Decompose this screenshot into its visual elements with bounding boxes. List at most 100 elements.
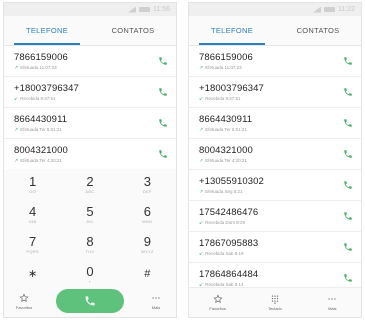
call-info: 7866159006 ↗ Efetuada 11:07:23 (14, 52, 158, 71)
call-meta: ↗ Efetuada 11:07:23 (199, 65, 343, 71)
call-back-phone-icon[interactable] (158, 118, 168, 128)
call-back-phone-icon[interactable] (343, 149, 353, 159)
call-meta: ↙ Recebida Sab 8:19 (199, 251, 343, 257)
call-number: 8664430911 (14, 113, 68, 125)
call-button[interactable] (56, 289, 124, 313)
key-digit: 8 (86, 233, 94, 249)
outgoing-call-icon: ↗ (14, 126, 19, 133)
dialpad-key[interactable]: 1 OO (4, 169, 61, 199)
call-number: 17864864484 (199, 268, 259, 280)
call-log-row[interactable]: +13055910302 ↗ Efetuada Seg 8:21 (189, 170, 361, 201)
call-time: Efetuada 11:07:23 (205, 64, 242, 70)
tab-telefone[interactable]: TELEFONE (189, 16, 275, 45)
key-digit: 6 (143, 203, 151, 219)
call-meta: ↙ Recebida Dom 8:29 (199, 220, 343, 226)
call-number: +13055910302 (199, 175, 264, 187)
dialpad-key[interactable]: 9 WXYZ (119, 229, 176, 259)
status-bar: 11:22 (189, 3, 361, 16)
call-back-phone-icon[interactable] (343, 180, 353, 190)
call-log-row[interactable]: 8004321000 ↗ Efetuada Ter 4:20:21 (4, 139, 176, 170)
call-info: +18003796347 ↙ Recebida 9:47:51 (199, 83, 343, 102)
call-time: Recebida 9:47:51 (205, 95, 241, 101)
favorites-button[interactable]: Favoritos (204, 294, 232, 311)
more-dots-icon (152, 296, 160, 299)
more-label: Mais (151, 304, 161, 310)
key-letters: DEF (142, 188, 152, 194)
key-letters: GHI (28, 218, 37, 224)
call-back-phone-icon[interactable] (343, 56, 353, 66)
call-back-phone-icon[interactable] (343, 118, 353, 128)
call-back-phone-icon[interactable] (343, 211, 353, 221)
call-log-row[interactable]: +18003796347 ↙ Recebida 9:47:51 (4, 77, 176, 108)
key-digit: 9 (143, 233, 151, 249)
favorites-label: Favoritos (209, 306, 226, 311)
call-number: 8004321000 (14, 144, 68, 156)
outgoing-call-icon: ↗ (199, 188, 204, 195)
call-meta: ↗ Efetuada Seg 8:21 (199, 189, 343, 195)
call-time: Efetuada 11:07:23 (20, 64, 57, 70)
dialpad-keys: 1 OO 2 ABC 3 DEF 4 GHI 5 JKL 6 MNO 7 PQRS 8 TUV 9 WXYZ ∗ 0 +… (4, 169, 176, 289)
call-number: 7866159006 (14, 51, 68, 63)
call-log-row[interactable]: 8664430911 ↗ Efetuada Ter 5:01:21 (189, 108, 361, 139)
dialpad-key[interactable]: 8 TUV (61, 229, 118, 259)
dialpad-key[interactable]: 5 JKL (61, 199, 118, 229)
call-time: Efetuada Seg 8:21 (205, 188, 243, 194)
battery-icon (139, 7, 150, 12)
dialpad-key[interactable]: 7 PQRS (4, 229, 61, 259)
call-log-row[interactable]: 7866159006 ↗ Efetuada 11:07:23 (4, 46, 176, 77)
phone-screen-recents: 11:22 TELEFONE CONTATOS 7866159006 ↗ Efetu… (188, 2, 362, 318)
call-time: Efetuada Ter 4:20:21 (20, 157, 62, 163)
recent-calls-list: 7866159006 ↗ Efetuada 11:07:23 +18003796347… (4, 46, 176, 170)
call-log-row[interactable]: 8664430911 ↗ Efetuada Ter 5:01:21 (4, 108, 176, 139)
recent-calls-list: 7866159006 ↗ Efetuada 11:07:23 +18003796347… (189, 46, 361, 294)
call-log-row[interactable]: 17867095883 ↙ Recebida Sab 8:19 (189, 232, 361, 263)
tab-contatos[interactable]: CONTATOS (275, 16, 361, 45)
call-info: 8664430911 ↗ Efetuada Ter 5:01:21 (199, 114, 343, 133)
more-button[interactable]: Mais (318, 294, 346, 311)
key-letters: MNO (142, 218, 153, 224)
call-back-phone-icon[interactable] (343, 242, 353, 252)
key-digit: 1 (29, 173, 37, 189)
call-number: 8004321000 (199, 144, 253, 156)
incoming-call-icon: ↙ (199, 250, 204, 257)
call-log-row[interactable]: 8004321000 ↗ Efetuada Ter 4:20:21 (189, 139, 361, 170)
dialpad-key[interactable]: 6 MNO (119, 199, 176, 229)
call-log-row[interactable]: 17542486476 ↙ Recebida Dom 8:29 (189, 201, 361, 232)
call-info: 7866159006 ↗ Efetuada 11:07:23 (199, 52, 343, 71)
tab-telefone[interactable]: TELEFONE (4, 16, 90, 45)
call-number: 17867095883 (199, 237, 259, 249)
incoming-call-icon: ↙ (199, 219, 204, 226)
call-info: 8004321000 ↗ Efetuada Ter 4:20:21 (14, 145, 158, 164)
favorites-button[interactable]: Favoritos (10, 292, 38, 310)
dialpad-key[interactable]: 2 ABC (61, 169, 118, 199)
call-meta: ↗ Efetuada Ter 4:20:21 (199, 158, 343, 164)
call-log-row[interactable]: +18003796347 ↙ Recebida 9:47:51 (189, 77, 361, 108)
tab-contatos[interactable]: CONTATOS (90, 16, 176, 45)
call-back-phone-icon[interactable] (158, 56, 168, 66)
call-back-phone-icon[interactable] (158, 87, 168, 97)
more-dots-icon (328, 298, 336, 300)
dialpad-key[interactable]: 3 DEF (119, 169, 176, 199)
call-info: +18003796347 ↙ Recebida 9:47:51 (14, 83, 158, 102)
more-button[interactable]: Mais (142, 293, 170, 310)
call-back-phone-icon[interactable] (343, 87, 353, 97)
key-letters: OO (29, 188, 37, 194)
outgoing-call-icon: ↗ (199, 157, 204, 164)
call-number: 8664430911 (199, 113, 253, 125)
dialpad-key[interactable]: 4 GHI (4, 199, 61, 229)
key-letters: + (88, 278, 92, 284)
outgoing-call-icon: ↗ (14, 157, 19, 164)
key-digit: 5 (86, 203, 94, 219)
phone-icon (85, 296, 95, 306)
outgoing-call-icon: ↗ (199, 126, 204, 133)
call-back-phone-icon[interactable] (158, 149, 168, 159)
dialpad-button[interactable]: Teclado (261, 294, 289, 311)
call-log-row[interactable]: 7866159006 ↗ Efetuada 11:07:23 (189, 46, 361, 77)
favorites-label: Favoritos (15, 304, 33, 310)
key-digit: ∗ (28, 268, 38, 280)
battery-icon (324, 7, 335, 12)
call-back-phone-icon[interactable] (343, 273, 353, 283)
call-number: 17542486476 (199, 206, 259, 218)
status-time: 11:22 (338, 6, 355, 13)
phone-screen-dialpad: 11:56 TELEFONE CONTATOS 7866159006 ↗ Efetu… (3, 2, 177, 318)
